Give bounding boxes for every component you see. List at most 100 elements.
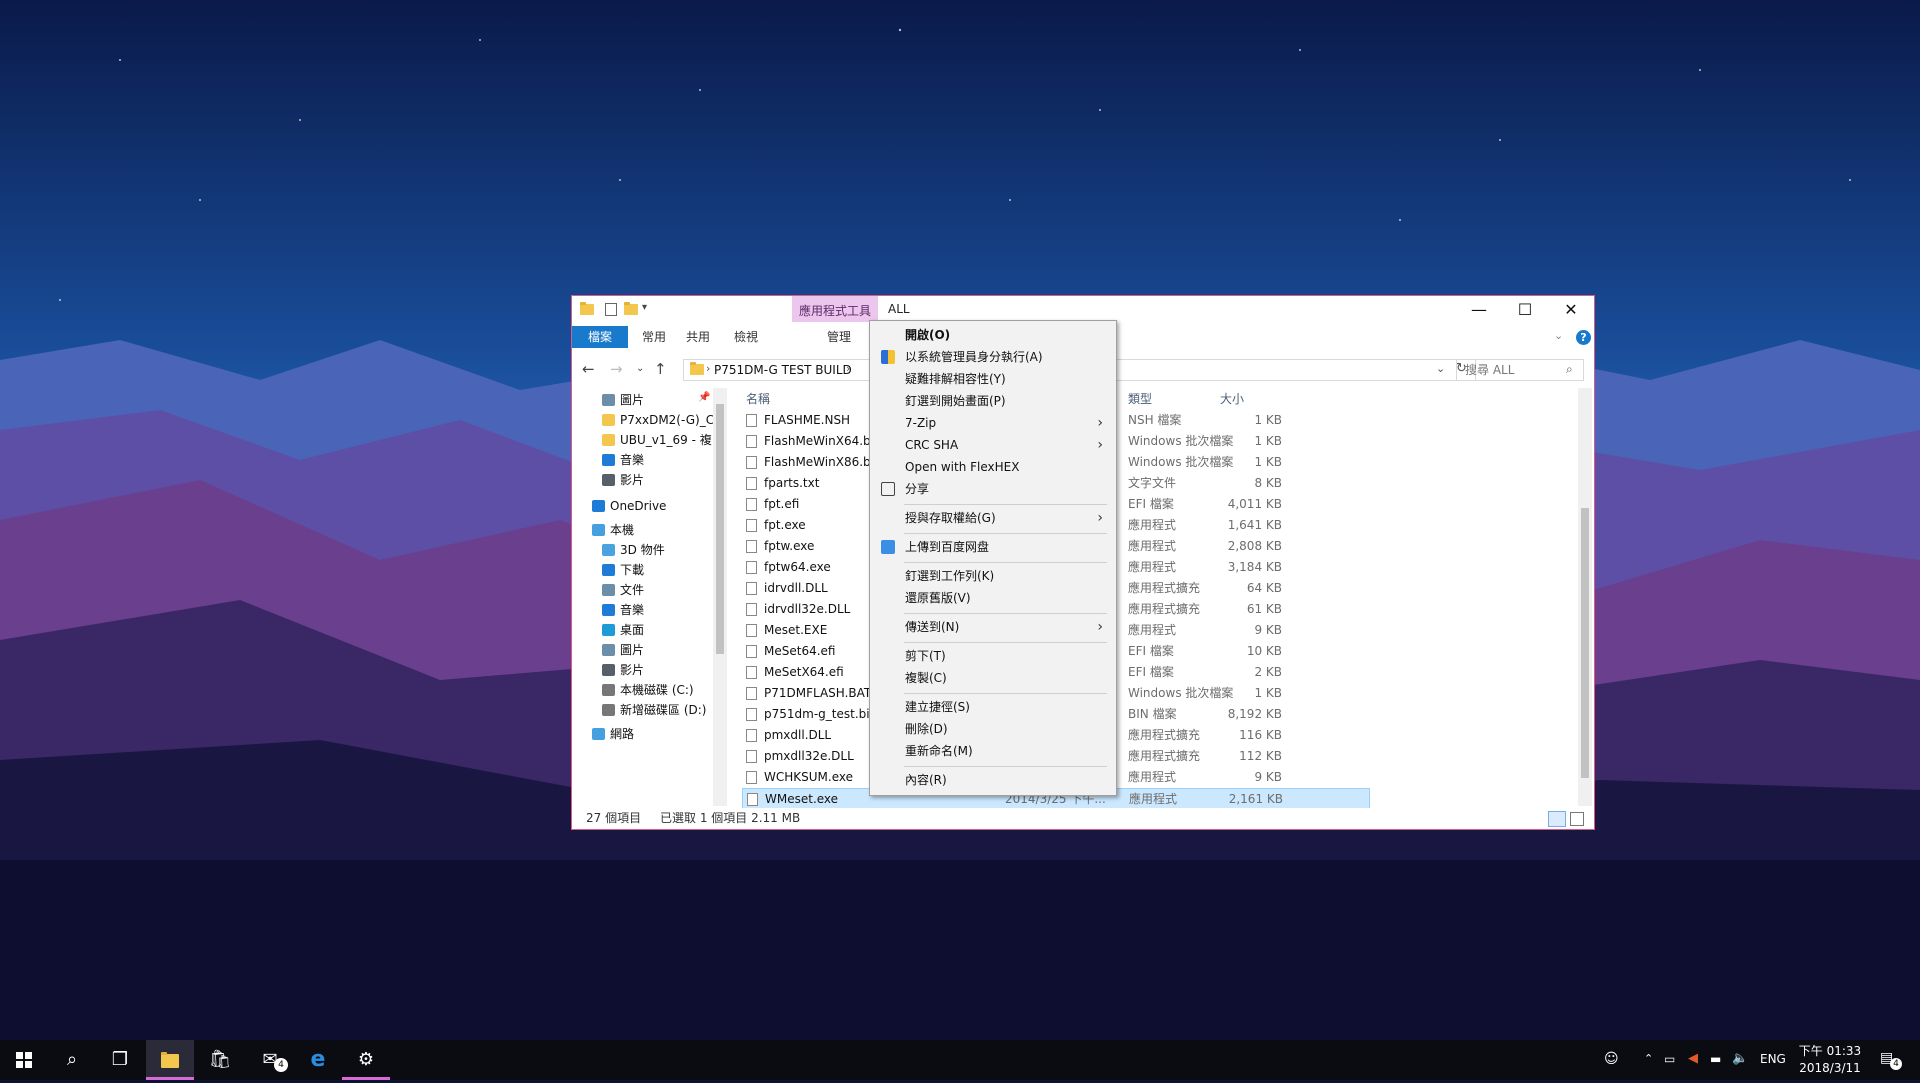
menu-item[interactable]: 內容(R) [871,769,1115,791]
list-scrollbar[interactable] [1578,388,1592,806]
file-type: 應用程式擴充 [1128,728,1201,742]
column-name-header[interactable]: 名稱 [746,390,770,407]
forward-arrow-icon[interactable]: → [610,360,623,378]
menu-item[interactable]: 上傳到百度网盘 [871,536,1115,558]
nav-item[interactable]: 本機 [572,520,728,540]
action-center-icon[interactable]: ▤ 4 [1880,1050,1902,1070]
nav-item-label: 3D 物件 [620,543,665,557]
minimize-button[interactable]: — [1456,296,1502,326]
status-bar: 27 個項目 已選取 1 個項目 2.11 MB [572,808,1594,829]
tab-home[interactable]: 常用 [632,326,676,348]
list-scroll-thumb[interactable] [1581,508,1589,778]
menu-item[interactable]: CRC SHA › [871,434,1115,456]
nav-item-label: 圖片 [620,393,645,407]
file-icon [746,750,757,763]
settings-gear-icon[interactable]: ⚙ [342,1040,390,1080]
address-dropdown-icon[interactable]: ⌄ [1436,362,1445,375]
back-arrow-icon[interactable]: ← [582,360,595,378]
breadcrumb-chevron-icon[interactable]: › [846,362,850,375]
menu-item[interactable]: 傳送到(N) › [871,616,1115,638]
menu-item[interactable]: 刪除(D) [871,718,1115,740]
menu-item[interactable]: 重新命名(M) [871,740,1115,762]
properties-icon[interactable] [605,303,617,316]
task-view-icon[interactable]: ❐ [96,1040,144,1080]
file-explorer-taskbar-icon[interactable] [146,1040,194,1080]
large-icons-view-icon[interactable] [1570,812,1584,826]
menu-item[interactable]: 釘選到工作列(K) [871,565,1115,587]
nav-item[interactable]: 圖片 [572,640,728,660]
nav-scrollbar[interactable] [713,388,727,806]
menu-item[interactable]: 建立捷徑(S) [871,696,1115,718]
menu-item[interactable]: 以系統管理員身分執行(A) [871,346,1115,368]
expand-ribbon-icon[interactable]: ⌄ [1554,329,1563,342]
file-size: 1 KB [1254,455,1282,469]
menu-item[interactable]: 還原舊版(V) [871,587,1115,609]
menu-item[interactable]: 剪下(T) [871,645,1115,667]
application-tools-tab[interactable]: 應用程式工具 [792,296,878,322]
column-size-header[interactable]: 大小 [1220,390,1244,407]
clock[interactable]: 下午 01:33 2018/3/11 [1792,1043,1868,1077]
nav-item[interactable]: 影片 [572,660,728,680]
nav-item[interactable]: 影片 [572,470,728,490]
column-type-header[interactable]: 類型 [1128,390,1152,407]
search-icon[interactable]: ⌕ [48,1040,96,1080]
menu-item-label: 還原舊版(V) [905,591,971,605]
menu-item[interactable]: 複製(C) [871,667,1115,689]
nav-item[interactable]: 3D 物件 [572,540,728,560]
customize-toolbar-icon[interactable]: ▾ [642,302,658,318]
nav-item[interactable]: 音樂 [572,450,728,470]
volume-icon[interactable]: 🔈 [1732,1051,1748,1066]
alert-icon[interactable]: ◀ [1688,1051,1698,1066]
search-input[interactable]: 搜尋 ALL [1456,359,1584,381]
nav-item[interactable]: 桌面 [572,620,728,640]
menu-item[interactable]: Open with FlexHEX [871,456,1115,478]
menu-item-label: 釘選到開始畫面(P) [905,394,1006,408]
menu-item[interactable]: 疑難排解相容性(Y) [871,368,1115,390]
file-name: p751dm-g_test.bin [764,707,874,721]
menu-item[interactable]: 開啟(O) [871,324,1115,346]
mail-icon[interactable]: ✉ 4 [246,1040,294,1080]
nav-scroll-thumb[interactable] [716,404,724,654]
help-icon[interactable]: ? [1576,330,1591,345]
nav-item[interactable]: 本機磁碟 (C:) [572,680,728,700]
nav-item[interactable]: 網路 [572,724,728,744]
network-icon[interactable]: ▭ [1664,1052,1675,1066]
nav-item[interactable]: P7xxDM2(-G)_C [572,410,728,430]
menu-separator [904,766,1107,767]
up-arrow-icon[interactable]: ↑ [654,360,667,378]
tab-view[interactable]: 檢視 [724,326,768,348]
breadcrumb-chevron-icon[interactable]: › [706,362,710,375]
breadcrumb[interactable]: P751DM-G TEST BUILD [714,363,852,377]
start-button[interactable] [0,1040,48,1080]
nav-item[interactable]: 下載 [572,560,728,580]
people-icon[interactable]: ☺ [1604,1051,1619,1067]
menu-item[interactable]: 7-Zip › [871,412,1115,434]
new-folder-icon[interactable] [624,302,640,320]
tab-file[interactable]: 檔案 [572,326,628,348]
show-hidden-icons-icon[interactable]: ⌃ [1644,1052,1653,1065]
videos-icon [602,664,615,676]
file-list: 名稱 類型 大小 FLASHME.NSH NSH 檔案 1 KB FlashMeWin… [742,388,1550,808]
file-type: 應用程式擴充 [1128,749,1201,763]
pin-icon[interactable]: 📌 [698,392,710,403]
file-icon [747,793,758,806]
store-icon[interactable]: 🛍 [196,1040,244,1080]
nav-item[interactable]: 文件 [572,580,728,600]
edge-icon[interactable]: e [294,1040,342,1080]
nav-item[interactable]: OneDrive [572,496,728,516]
menu-item[interactable]: 分享 [871,478,1115,500]
recent-locations-icon[interactable]: ⌄ [636,363,644,374]
menu-item-label: 複製(C) [905,671,947,685]
nav-item[interactable]: UBU_v1_69 - 複 [572,430,728,450]
menu-item[interactable]: 釘選到開始畫面(P) [871,390,1115,412]
maximize-button[interactable]: ☐ [1502,296,1548,326]
nav-item[interactable]: 音樂 [572,600,728,620]
battery-icon[interactable]: ▬ [1710,1052,1721,1066]
details-view-icon[interactable] [1548,811,1566,827]
close-button[interactable]: ✕ [1548,296,1594,326]
nav-item[interactable]: 新增磁碟區 (D:) [572,700,728,720]
folder-icon [602,414,615,426]
tab-share[interactable]: 共用 [676,326,720,348]
menu-item[interactable]: 授與存取權給(G) › [871,507,1115,529]
input-language[interactable]: ENG [1760,1052,1786,1066]
